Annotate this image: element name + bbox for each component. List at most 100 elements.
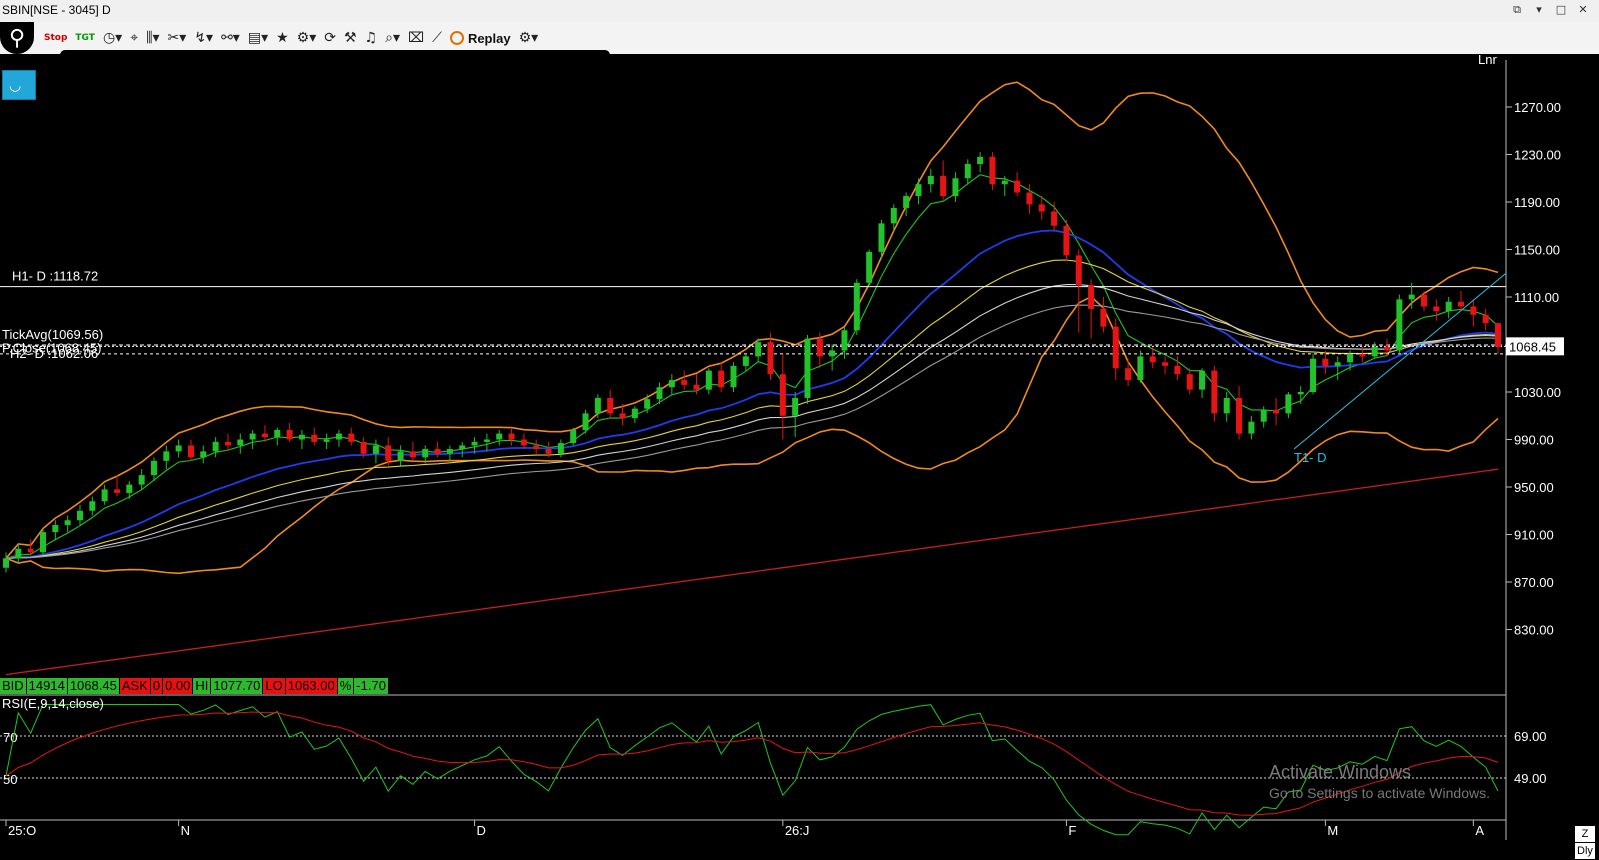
h1-label: H1- D :1118.72	[12, 269, 98, 284]
ema-200	[5, 468, 1499, 676]
candle-body	[656, 387, 663, 400]
ytick-label: 1150.00	[1514, 243, 1560, 258]
lo-label: LO	[263, 678, 285, 694]
rsi-right-level: 69.00	[1514, 729, 1547, 744]
candle-body	[964, 164, 971, 179]
ytick-label: 1110.00	[1514, 290, 1559, 305]
candle-body	[668, 380, 675, 388]
period-button[interactable]: Dly	[1575, 843, 1595, 859]
candle-body	[249, 433, 256, 440]
candle-body	[927, 175, 934, 185]
bollinger-upper	[5, 81, 1499, 559]
scale-mode-label: Lnr	[1478, 52, 1497, 67]
ytick-label: 1190.00	[1514, 195, 1560, 210]
candle-body	[76, 510, 83, 521]
ytick-label: 1030.00	[1514, 385, 1561, 400]
bollinger-lower	[5, 295, 1499, 575]
candle-body	[903, 196, 910, 208]
candle-body	[1223, 397, 1230, 414]
candle-body	[1014, 180, 1021, 193]
candle-body	[1038, 204, 1045, 212]
candle-body	[471, 441, 478, 446]
candle-body	[1408, 294, 1415, 300]
candle-body	[1186, 374, 1193, 390]
ask-price: 0.00	[163, 678, 193, 694]
xaxis-label: M	[1327, 823, 1338, 838]
candle-body	[1359, 354, 1366, 357]
candle-body	[311, 434, 318, 442]
candle-body	[508, 433, 515, 440]
ytick-label: 1230.00	[1514, 148, 1561, 163]
candle-body	[1001, 180, 1008, 185]
candle-body	[163, 451, 170, 461]
candle-body	[138, 475, 145, 485]
candle-body	[989, 156, 996, 185]
candle-body	[1285, 394, 1292, 414]
price-chart[interactable]: 830.00 870.00 910.00 950.00 990.00 1030.00 107…	[0, 0, 1599, 860]
candle-body	[1100, 308, 1107, 327]
candle-body	[39, 532, 46, 553]
candle-body	[853, 282, 860, 331]
activate-windows-watermark: Activate Windows Go to Settings to activ…	[1269, 762, 1490, 801]
ema-40	[5, 284, 1499, 559]
candle-body	[372, 445, 379, 454]
xaxis-label: F	[1068, 823, 1076, 838]
candle-body	[1075, 255, 1082, 286]
candle-body	[237, 439, 244, 446]
hi-label: HI	[193, 678, 211, 694]
candle-body	[298, 434, 305, 440]
candle-body	[804, 338, 811, 398]
candle-body	[126, 484, 133, 493]
candle-body	[224, 441, 231, 446]
candle-body	[64, 520, 71, 525]
zoom-button[interactable]: Z	[1575, 826, 1595, 842]
last-price-value: 1068.45	[1509, 339, 1556, 354]
ask-label: ASK	[119, 678, 150, 694]
candle-body	[520, 439, 527, 446]
candle-body	[829, 350, 836, 357]
candle-body	[582, 413, 589, 430]
candle-body	[557, 443, 564, 454]
candle-body	[89, 501, 96, 511]
candle-body	[1495, 323, 1501, 347]
xaxis-label: 25:O	[8, 823, 36, 838]
candle-body	[1211, 370, 1218, 414]
ytick-label: 990.00	[1514, 433, 1554, 448]
candle-body	[274, 430, 281, 438]
candle-body	[1026, 192, 1033, 205]
candle-body	[1248, 421, 1255, 434]
candle-body	[434, 449, 441, 454]
candle-body	[878, 223, 885, 252]
candle-body	[286, 430, 293, 440]
candle-body	[1482, 314, 1489, 324]
candle-body	[1051, 211, 1058, 226]
candle-body	[631, 408, 638, 419]
candle-body	[1063, 225, 1070, 256]
candle-body	[915, 184, 922, 197]
rsi-right-level: 49.00	[1514, 771, 1547, 786]
candle-body	[360, 441, 367, 454]
ytick-label: 950.00	[1514, 480, 1554, 495]
candle-body	[335, 433, 342, 440]
candle-body	[779, 374, 786, 416]
candle-body	[730, 365, 737, 388]
rsi-title: RSI(E,9,14,close)	[2, 696, 104, 711]
rsi-left-level: 50	[3, 772, 17, 787]
ytick-label: 830.00	[1514, 623, 1554, 638]
watermark-line2: Go to Settings to activate Windows.	[1269, 785, 1490, 801]
candle-body	[27, 548, 34, 553]
candle-body	[977, 156, 984, 164]
candle-body	[816, 338, 823, 357]
ema-30	[5, 259, 1499, 559]
t1-label: T1- D	[1294, 450, 1327, 465]
candle-body	[1445, 301, 1452, 312]
candle-body	[3, 558, 9, 568]
ytick-label: 1270.00	[1514, 100, 1561, 115]
bid-price: 1068.45	[67, 678, 119, 694]
candle-body	[1421, 294, 1428, 307]
ema-20	[5, 229, 1499, 560]
candle-body	[792, 397, 799, 416]
candle-body	[1273, 409, 1280, 414]
candle-body	[1112, 326, 1119, 369]
ytick-label: 870.00	[1514, 575, 1554, 590]
